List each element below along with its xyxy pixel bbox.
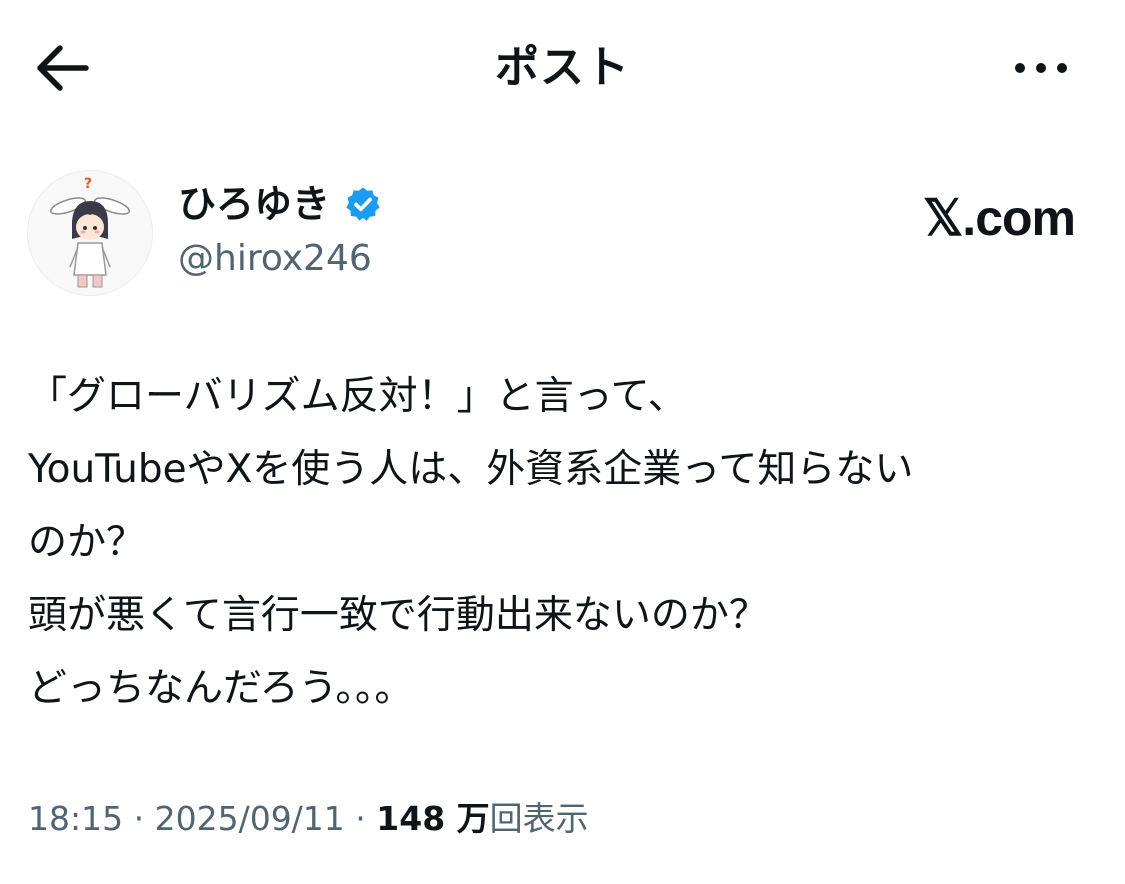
more-options-button[interactable] (1006, 48, 1076, 88)
meta-separator: · (344, 799, 377, 838)
post-date[interactable]: 2025/09/11 (155, 799, 345, 838)
verified-badge-icon (346, 187, 380, 221)
views-count[interactable]: 148 万 (376, 799, 489, 838)
author-handle[interactable]: @hirox246 (178, 236, 372, 282)
views-label: 回表示 (489, 799, 589, 838)
author-name[interactable]: ひろゆき (178, 178, 382, 230)
more-dots-icon (1015, 63, 1067, 73)
post-meta: 18:15 · 2025/09/11 · 148 万回表示 (28, 796, 589, 842)
display-name-text: ひろゆき (178, 182, 331, 226)
meta-separator: · (123, 799, 155, 838)
post-text: 「グローバリズム反対！」と言って、 YouTubeやXを使う人は、外資系企業って… (28, 374, 914, 711)
x-com-watermark: 𝕏.com (923, 190, 1076, 246)
svg-text:?: ? (84, 176, 92, 192)
post-time[interactable]: 18:15 (28, 799, 123, 838)
page-title: ポスト (495, 42, 630, 93)
avatar[interactable]: ? (27, 170, 153, 296)
avatar-illustration: ? (28, 171, 152, 295)
